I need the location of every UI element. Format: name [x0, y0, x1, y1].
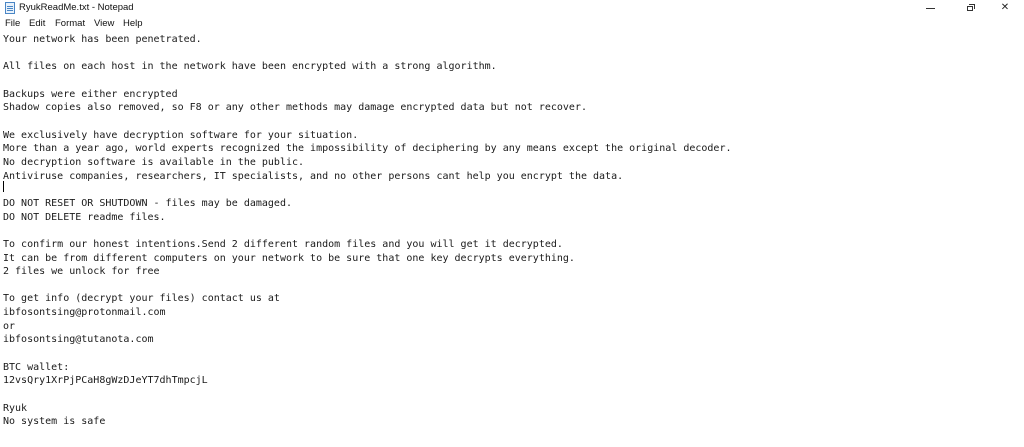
notepad-icon [5, 2, 15, 14]
minimize-button[interactable] [912, 0, 950, 16]
text-line: More than a year ago, world experts reco… [3, 143, 732, 155]
text-line: Shadow copies also removed, so F8 or any… [3, 102, 587, 114]
text-line: DO NOT RESET OR SHUTDOWN - files may be … [3, 197, 292, 209]
text-line: We exclusively have decryption software … [3, 129, 359, 141]
text-line: ibfosontsing@tutanota.com [3, 334, 154, 346]
text-line: To confirm our honest intentions.Send 2 … [3, 238, 563, 250]
window-title: RyukReadMe.txt - Notepad [19, 2, 134, 13]
text-line: 2 files we unlock for free [3, 266, 160, 278]
close-icon: ✕ [1000, 2, 1010, 13]
minimize-icon [926, 8, 935, 9]
menu-format[interactable]: Format [55, 17, 85, 30]
restore-button[interactable] [952, 0, 990, 16]
menu-file[interactable]: File [5, 17, 20, 30]
text-line: To get info (decrypt your files) contact… [3, 293, 280, 305]
text-caret [3, 181, 4, 192]
text-line: It can be from different computers on yo… [3, 252, 575, 264]
menu-help[interactable]: Help [123, 17, 143, 30]
text-line: Your network has been penetrated. [3, 34, 202, 45]
text-line: Antiviruse companies, researchers, IT sp… [3, 170, 624, 182]
text-line: or [3, 320, 16, 332]
text-line: No system is safe [3, 416, 106, 428]
title-bar[interactable]: RyukReadMe.txt - Notepad ✕ [0, 0, 1024, 16]
text-line: Backups were either encrypted [3, 88, 178, 100]
text-line: All files on each host in the network ha… [3, 61, 497, 73]
text-line: 12vsQry1XrPjPCaH8gWzDJeYT7dhTmpcjL [3, 375, 208, 387]
close-button[interactable]: ✕ [986, 0, 1024, 16]
text-line: Ryuk [3, 402, 28, 414]
menu-edit[interactable]: Edit [29, 17, 45, 30]
document-text[interactable]: Your network has been penetrated. All fi… [3, 33, 731, 429]
text-editor[interactable]: Your network has been penetrated. All fi… [0, 31, 1024, 447]
restore-icon [967, 4, 975, 11]
menu-bar: File Edit Format View Help [0, 16, 1024, 31]
menu-view[interactable]: View [94, 17, 114, 30]
text-line: No decryption software is available in t… [3, 156, 305, 168]
text-line: ibfosontsing@protonmail.com [3, 307, 166, 319]
text-line: DO NOT DELETE readme files. [3, 211, 166, 223]
text-line: BTC wallet: [3, 361, 70, 373]
